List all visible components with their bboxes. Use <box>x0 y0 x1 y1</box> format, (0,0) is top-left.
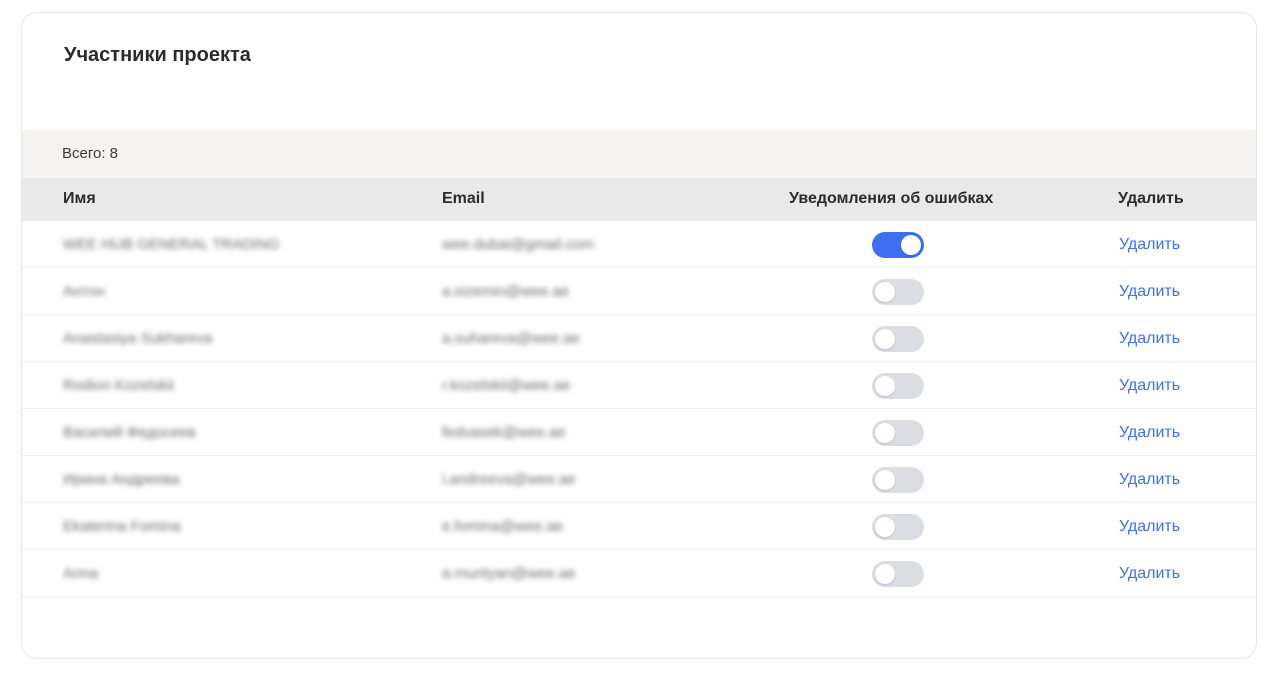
member-email: a.muntyan@wee.ae <box>442 565 576 582</box>
error-notifications-toggle[interactable] <box>872 279 924 305</box>
toggle-knob <box>875 564 895 584</box>
member-email: r.kozelskii@wee.ae <box>442 377 571 394</box>
member-name: Антон <box>63 283 105 300</box>
member-email: e.fomina@wee.ae <box>442 518 564 535</box>
table-header: Имя Email Уведомления об ошибках Удалить <box>22 178 1256 221</box>
error-notifications-toggle[interactable] <box>872 326 924 352</box>
member-email: a.suhareva@wee.ae <box>442 330 580 347</box>
member-name: Anna <box>63 565 99 582</box>
delete-member-link[interactable]: Удалить <box>1119 377 1180 395</box>
total-count-label: Всего: 8 <box>62 145 119 162</box>
error-notifications-toggle-cell <box>872 232 924 258</box>
toggle-knob <box>875 517 895 537</box>
toggle-knob <box>875 470 895 490</box>
delete-member-link[interactable]: Удалить <box>1119 424 1180 442</box>
error-notifications-toggle[interactable] <box>872 514 924 540</box>
page-title: Участники проекта <box>64 44 251 66</box>
member-name: Ekaterina Fomina <box>63 518 181 535</box>
column-header-email: Email <box>442 190 485 207</box>
project-members-card: Участники проекта Всего: 8 Имя Email Уве… <box>21 12 1257 659</box>
table-row: WEE HUB GENERAL TRADING wee.dubai@gmail.c… <box>22 221 1256 268</box>
members-table-body: WEE HUB GENERAL TRADING wee.dubai@gmail.c… <box>22 221 1256 597</box>
error-notifications-toggle-cell <box>872 514 924 540</box>
table-row: Антон a.sizemin@wee.ae Удалить <box>22 268 1256 315</box>
member-name: Anastasiya Sukhareva <box>63 330 213 347</box>
column-header-name: Имя <box>63 190 96 207</box>
delete-member-link[interactable]: Удалить <box>1119 283 1180 301</box>
member-email: wee.dubai@gmail.com <box>442 236 594 253</box>
total-count-bar: Всего: 8 <box>22 130 1256 178</box>
error-notifications-toggle-cell <box>872 326 924 352</box>
member-name: Rodion Kozelskii <box>63 377 174 394</box>
error-notifications-toggle[interactable] <box>872 420 924 446</box>
toggle-knob <box>875 423 895 443</box>
table-row: Василий Федосеев fedvasek@wee.ae Удалить <box>22 409 1256 456</box>
member-email: a.sizemin@wee.ae <box>442 283 569 300</box>
toggle-knob <box>875 282 895 302</box>
error-notifications-toggle[interactable] <box>872 232 924 258</box>
table-row: Rodion Kozelskii r.kozelskii@wee.ae Удалит… <box>22 362 1256 409</box>
error-notifications-toggle[interactable] <box>872 373 924 399</box>
delete-member-link[interactable]: Удалить <box>1119 330 1180 348</box>
member-name: WEE HUB GENERAL TRADING <box>63 236 280 253</box>
error-notifications-toggle-cell <box>872 467 924 493</box>
toggle-knob <box>875 376 895 396</box>
table-row: Anna a.muntyan@wee.ae Удалить <box>22 550 1256 597</box>
column-header-notifications: Уведомления об ошибках <box>789 190 994 207</box>
member-name: Василий Федосеев <box>63 424 196 441</box>
table-row: Anastasiya Sukhareva a.suhareva@wee.ae Уда… <box>22 315 1256 362</box>
error-notifications-toggle-cell <box>872 373 924 399</box>
member-name: Ирина Андреева <box>63 471 180 488</box>
member-email: fedvasek@wee.ae <box>442 424 566 441</box>
error-notifications-toggle[interactable] <box>872 467 924 493</box>
toggle-knob <box>875 329 895 349</box>
error-notifications-toggle[interactable] <box>872 561 924 587</box>
error-notifications-toggle-cell <box>872 420 924 446</box>
delete-member-link[interactable]: Удалить <box>1119 518 1180 536</box>
toggle-knob <box>901 235 921 255</box>
delete-member-link[interactable]: Удалить <box>1119 565 1180 583</box>
table-row: Ekaterina Fomina e.fomina@wee.ae Удалить <box>22 503 1256 550</box>
table-row: Ирина Андреева i.andreeva@wee.ae Удалить <box>22 456 1256 503</box>
delete-member-link[interactable]: Удалить <box>1119 236 1180 254</box>
member-email: i.andreeva@wee.ae <box>442 471 576 488</box>
column-header-delete: Удалить <box>1118 190 1184 207</box>
delete-member-link[interactable]: Удалить <box>1119 471 1180 489</box>
error-notifications-toggle-cell <box>872 279 924 305</box>
error-notifications-toggle-cell <box>872 561 924 587</box>
